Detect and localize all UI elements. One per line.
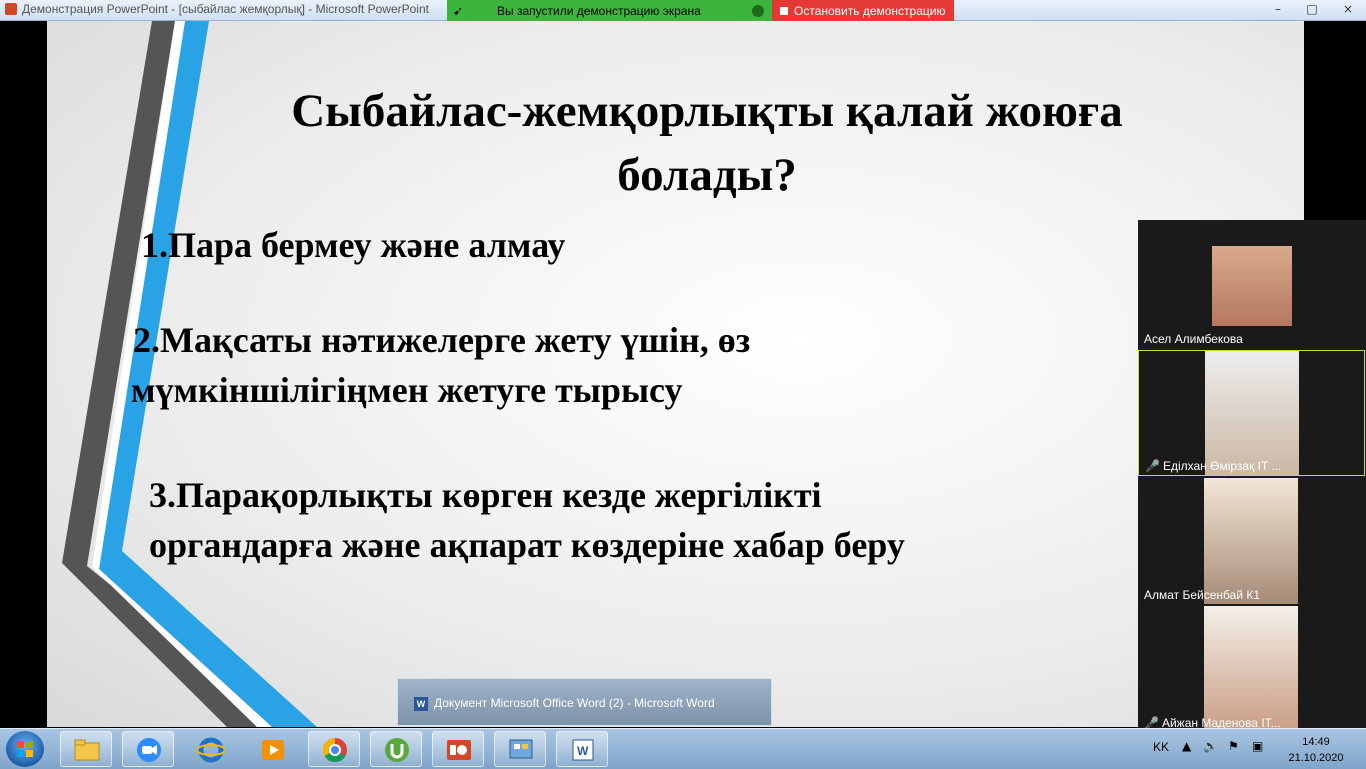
slide-title-line2: болады?	[617, 149, 797, 201]
participant-tile[interactable]: Алмат Бейсенбай К1	[1138, 478, 1365, 604]
minimize-button[interactable]: –	[1266, 1, 1290, 17]
slide-point-2-line1: 2.Мақсаты нәтижелерге жету үшін, өз	[133, 320, 751, 360]
taskbar-ie[interactable]	[184, 731, 236, 767]
network-icon[interactable]: ▣	[1252, 739, 1263, 753]
tooltip-text: Документ Microsoft Office Word (2) - Mic…	[434, 696, 715, 710]
clock-date: 21.10.2020	[1288, 752, 1344, 764]
stop-share-button[interactable]: Остановить демонстрацию	[772, 0, 954, 22]
word-doc-icon: W	[414, 696, 428, 711]
participant-tile[interactable]: 🎤 Еділхан Өмірзақ IT ...	[1138, 350, 1365, 476]
window-title: Демонстрация PowerPoint - [сыбайлас жемқ…	[22, 2, 429, 16]
clock-time: 14:49	[1302, 736, 1330, 748]
chrome-icon	[322, 738, 347, 763]
close-button[interactable]: ×	[1336, 1, 1360, 17]
participant-video	[1204, 606, 1298, 732]
powerpoint-app-icon	[5, 3, 17, 15]
word-icon: W	[572, 739, 594, 761]
participant-video	[1204, 478, 1298, 604]
taskbar-word[interactable]: W	[556, 731, 608, 767]
action-center-flag-icon[interactable]: ⚑	[1228, 739, 1239, 753]
utorrent-icon	[385, 738, 409, 762]
slide-point-3-line1: 3.Парақорлықты көрген кезде жергілікті	[149, 475, 822, 515]
shield-icon	[752, 5, 764, 17]
participant-tile[interactable]: 🎤 Айжан Маденова IT...	[1138, 606, 1365, 732]
taskbar-utorrent[interactable]	[370, 731, 422, 767]
zoom-icon	[137, 738, 161, 762]
taskbar-media-player[interactable]	[246, 731, 298, 767]
participant-tile[interactable]: Асел Алимбекова	[1138, 222, 1365, 348]
volume-icon[interactable]: 🔊	[1203, 739, 1218, 753]
start-button[interactable]	[6, 731, 44, 767]
windows-taskbar: W KK ▲ 🔊 ⚑ ▣ 14:49 21.10.2020	[0, 728, 1366, 769]
show-hidden-icons-icon[interactable]: ▲	[1182, 739, 1191, 753]
slide-point-2-line2: мүмкіншілігіңмен жетуге тырысу	[131, 370, 683, 410]
stop-share-label: Остановить демонстрацию	[794, 4, 946, 18]
participant-video	[1212, 246, 1292, 326]
mic-muted-icon: 🎤	[1145, 459, 1160, 473]
control-panel-icon	[509, 739, 533, 759]
slide-title: Сыбайлас-жемқорлықты қалай жоюға болады?	[207, 79, 1207, 207]
right-black-margin	[1304, 21, 1366, 221]
language-indicator[interactable]: KK	[1153, 740, 1169, 754]
slide-point-1: 1.Пара бермеу және алмау	[141, 225, 566, 265]
maximize-button[interactable]: □	[1300, 1, 1324, 17]
share-arrow-icon: ➹	[453, 4, 464, 18]
svg-text:W: W	[577, 744, 589, 758]
slide-point-3-line2: органдарға және ақпарат көздеріне хабар …	[149, 525, 905, 565]
participant-name: Асел Алимбекова	[1144, 332, 1243, 346]
stop-icon	[780, 7, 788, 15]
taskbar-window-preview[interactable]: W Документ Microsoft Office Word (2) - Mi…	[397, 678, 772, 726]
taskbar-powerpoint[interactable]	[432, 731, 484, 767]
taskbar-control-panel[interactable]	[494, 731, 546, 767]
participant-name: Алмат Бейсенбай К1	[1144, 588, 1261, 602]
video-participants-panel: Асел Алимбекова 🎤 Еділхан Өмірзақ IT ... …	[1138, 220, 1366, 732]
taskbar-explorer[interactable]	[60, 731, 112, 767]
screen-share-status-bar[interactable]: ➹ Вы запустили демонстрацию экрана	[447, 0, 772, 22]
explorer-icon	[74, 739, 100, 761]
taskbar-clock[interactable]: 14:49 21.10.2020	[1280, 734, 1352, 766]
taskbar-chrome[interactable]	[308, 731, 360, 767]
windows-logo-icon	[17, 741, 33, 757]
left-black-margin	[0, 21, 47, 728]
participant-video	[1205, 351, 1299, 475]
taskbar-zoom[interactable]	[122, 731, 174, 767]
participant-name: Еділхан Өмірзақ IT ...	[1162, 459, 1282, 473]
media-player-icon	[262, 740, 284, 760]
presentation-slide: Сыбайлас-жемқорлықты қалай жоюға болады?…	[47, 21, 1304, 727]
slide-title-line1: Сыбайлас-жемқорлықты қалай жоюға	[291, 85, 1123, 137]
screen-share-status-text: Вы запустили демонстрацию экрана	[497, 4, 701, 18]
powerpoint-icon	[447, 740, 471, 760]
ie-icon	[197, 737, 225, 763]
participant-name-row: 🎤 Еділхан Өмірзақ IT ...	[1145, 459, 1281, 473]
